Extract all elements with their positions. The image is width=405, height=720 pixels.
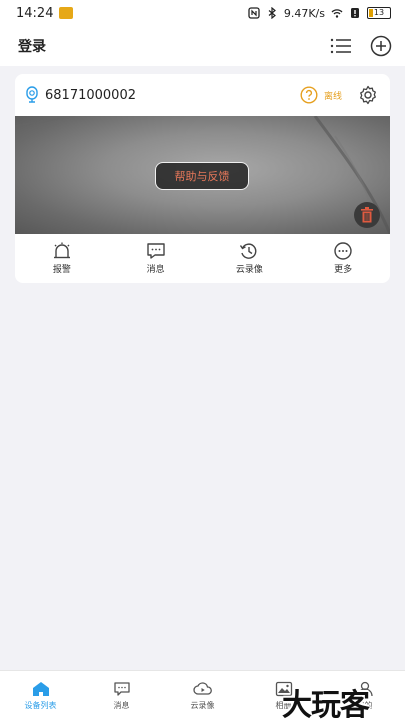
status-badge: 离线 <box>323 91 342 102</box>
tab-messages-label: 消息 <box>113 700 130 710</box>
bluetooth-icon <box>268 7 276 19</box>
status-time: 14:24 <box>16 5 54 21</box>
device-card[interactable]: 68171000002 离线 帮助与反馈 报警 消息 云录像 更多 <box>15 74 390 283</box>
cloud-recording-action[interactable]: 云录像 <box>203 242 297 275</box>
alarm-action[interactable]: 报警 <box>15 242 109 275</box>
network-speed: 9.47K/s <box>283 6 325 20</box>
list-view-button[interactable] <box>329 34 353 58</box>
add-device-button[interactable] <box>369 34 393 58</box>
profile-icon <box>356 681 373 696</box>
alarm-bell-icon <box>53 242 70 259</box>
battery-level: 13 <box>373 8 385 17</box>
bottom-tab-bar: 设备列表 消息 云录像 相册 我的 <box>0 670 405 720</box>
device-actions: 报警 消息 云录像 更多 <box>15 234 390 283</box>
cloud-history-icon <box>240 243 257 259</box>
camera-icon <box>26 86 38 103</box>
status-bar: 14:24 9.47K/s 13 <box>0 0 405 26</box>
message-label: 消息 <box>146 265 165 275</box>
more-label: 更多 <box>334 265 353 275</box>
message-icon <box>113 681 130 696</box>
help-feedback-button[interactable]: 帮助与反馈 <box>155 162 249 190</box>
nfc-icon <box>248 7 260 19</box>
tab-profile-label: 我的 <box>356 700 373 710</box>
tab-profile[interactable]: 我的 <box>324 671 405 720</box>
tab-messages[interactable]: 消息 <box>81 671 162 720</box>
camera-preview[interactable]: 帮助与反馈 <box>15 116 390 234</box>
settings-gear-icon[interactable] <box>358 85 378 105</box>
help-circle-icon[interactable] <box>300 86 318 104</box>
message-icon <box>146 243 165 259</box>
cloud-recording-label: 云录像 <box>235 265 263 275</box>
app-header: 登录 <box>0 26 405 66</box>
trash-icon <box>361 207 373 223</box>
wifi-icon <box>331 9 343 18</box>
tab-cloud-video-label: 云录像 <box>190 700 215 710</box>
device-id: 68171000002 <box>45 87 136 103</box>
tab-device-list-label: 设备列表 <box>24 700 57 710</box>
more-icon <box>334 242 352 260</box>
message-action[interactable]: 消息 <box>109 242 203 275</box>
list-icon <box>330 38 351 54</box>
home-icon <box>32 681 49 696</box>
notification-icon <box>59 7 74 19</box>
delete-button[interactable] <box>354 202 380 228</box>
tab-album-label: 相册 <box>275 700 292 710</box>
more-action[interactable]: 更多 <box>296 242 390 275</box>
login-link[interactable]: 登录 <box>18 36 46 56</box>
tab-device-list[interactable]: 设备列表 <box>0 671 81 720</box>
tab-cloud-video[interactable]: 云录像 <box>162 671 243 720</box>
album-icon <box>275 681 292 696</box>
cloud-video-icon <box>192 681 212 695</box>
alarm-label: 报警 <box>52 265 71 275</box>
tab-album[interactable]: 相册 <box>243 671 324 720</box>
status-right: 9.47K/s 13 <box>248 7 391 20</box>
alert-icon <box>351 8 359 18</box>
plus-circle-icon <box>370 35 392 57</box>
battery-icon: 13 <box>367 7 391 19</box>
device-card-header: 68171000002 离线 <box>15 74 390 116</box>
